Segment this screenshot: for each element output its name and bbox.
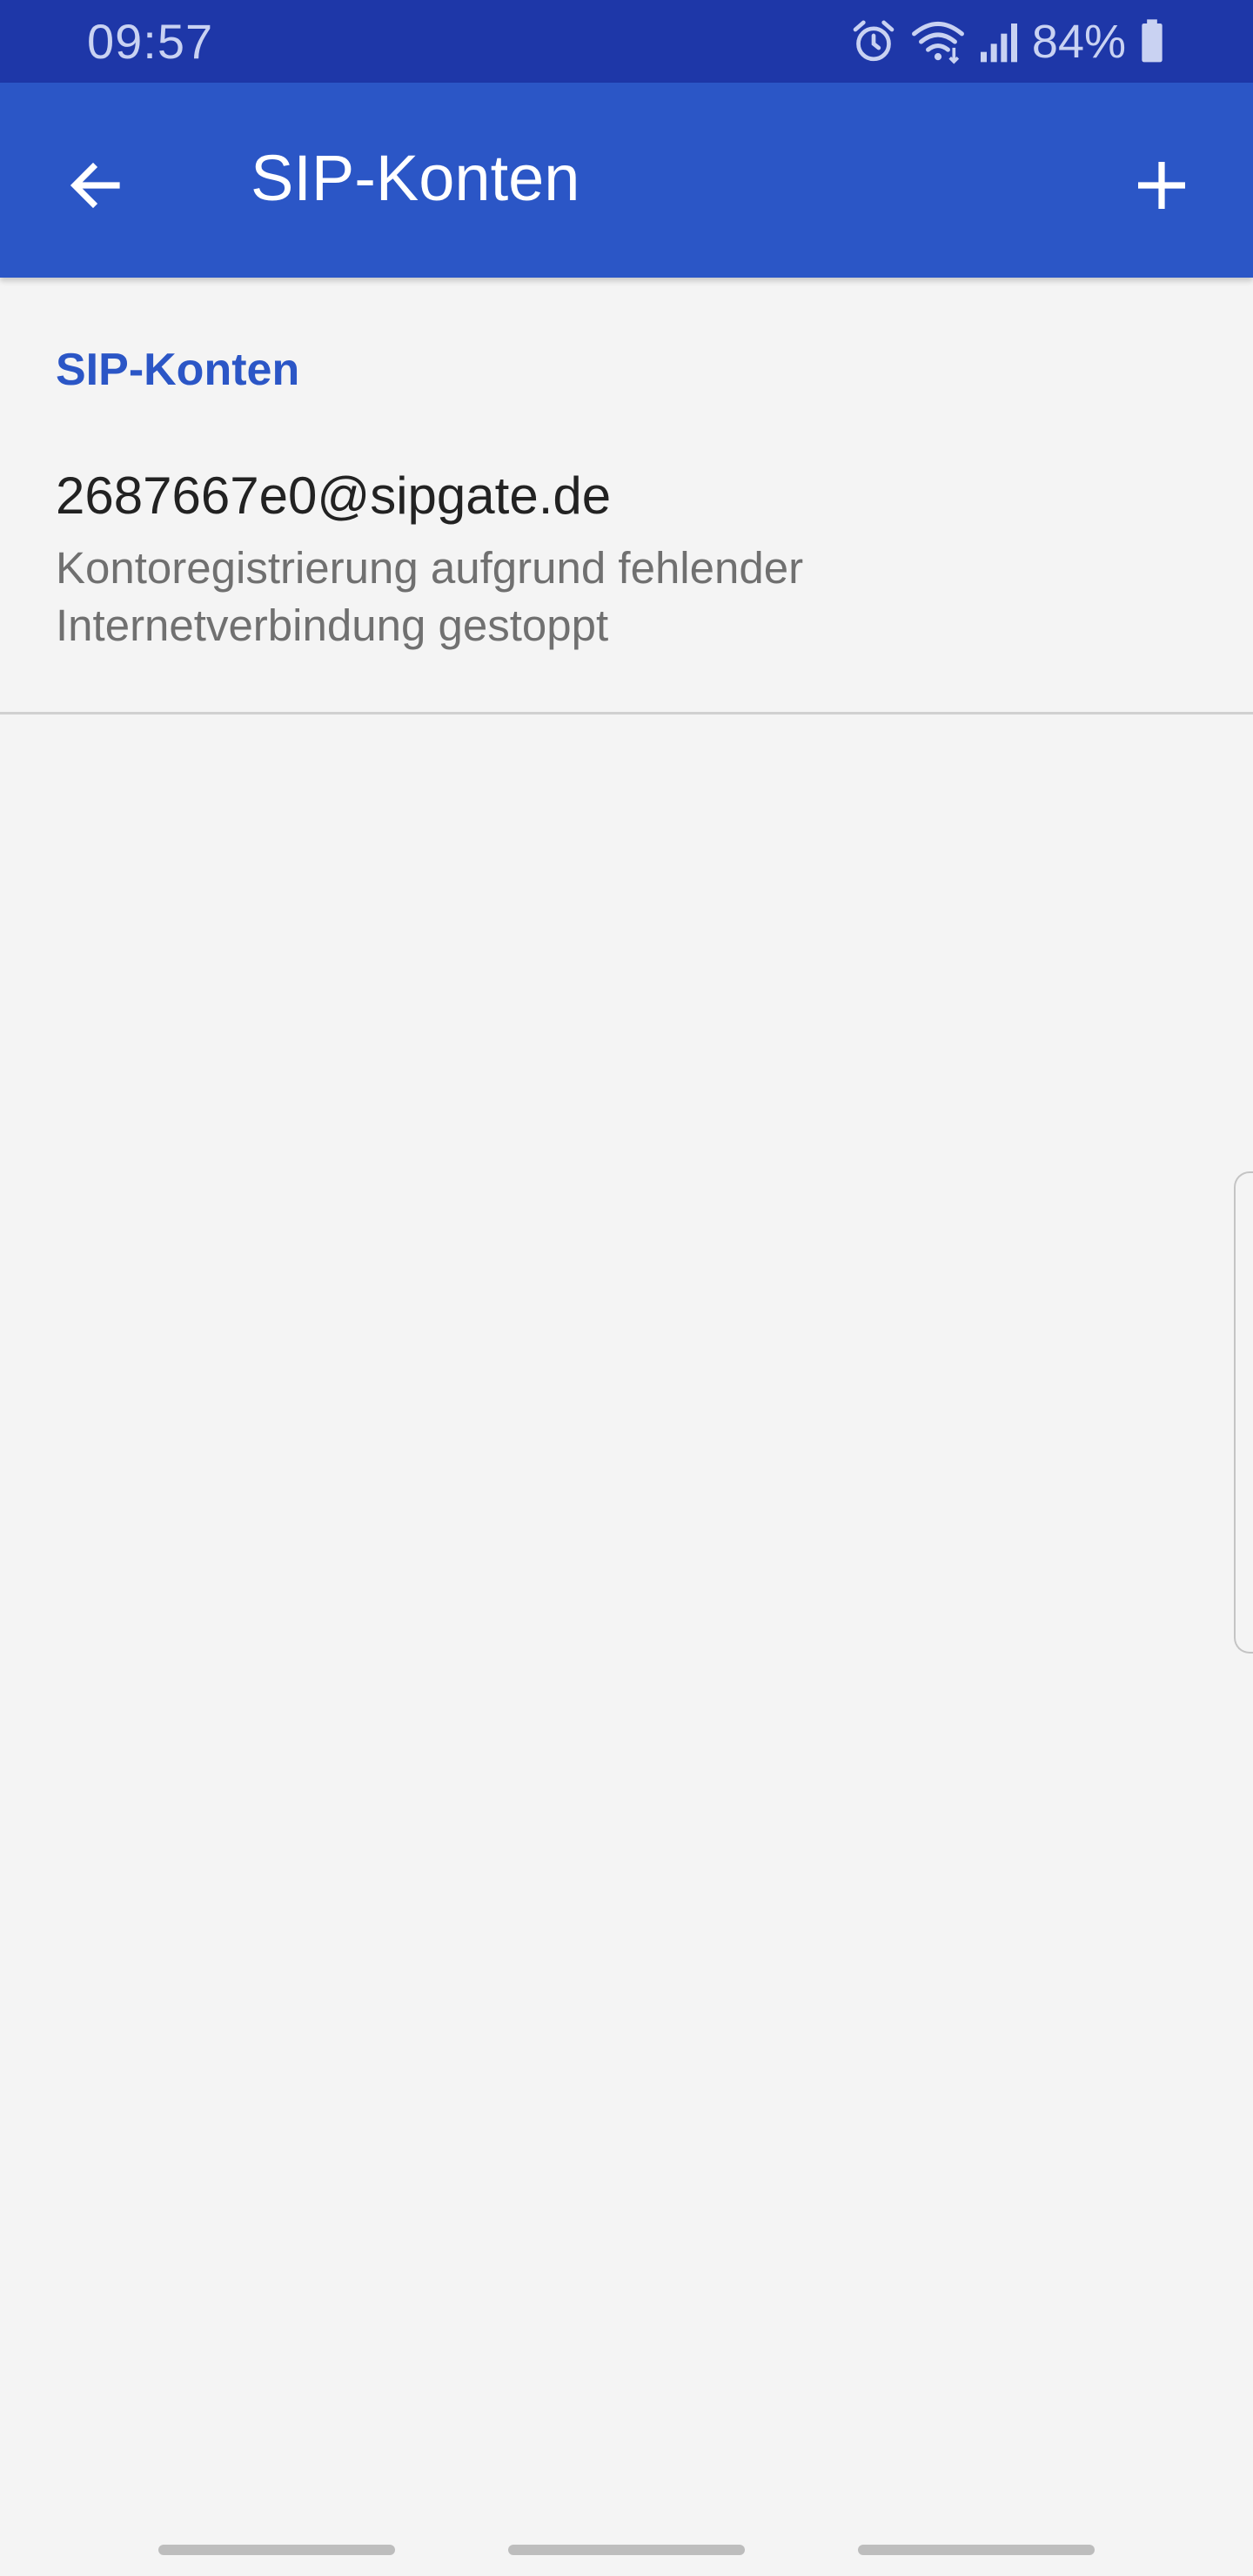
account-status: Kontoregistrierung aufgrund fehlender In… — [56, 543, 804, 650]
wifi-icon — [910, 17, 966, 66]
navigation-bar — [0, 2506, 1253, 2576]
app-bar: SIP-Konten — [0, 83, 1253, 278]
edge-panel-handle[interactable] — [1234, 1171, 1253, 1654]
arrow-back-icon — [64, 154, 127, 221]
add-account-button[interactable] — [1105, 131, 1218, 244]
divider — [0, 712, 1253, 714]
section-header: SIP-Konten — [56, 345, 300, 395]
battery-percent: 84% — [1031, 16, 1126, 68]
status-time: 09:57 — [87, 14, 214, 69]
status-icons: 84% — [849, 12, 1166, 71]
nav-back-button[interactable] — [858, 2545, 1095, 2555]
screen: 09:57 84% SIP-Konten SIP-Konten 2687667e… — [0, 0, 1253, 2576]
page-title: SIP-Konten — [251, 142, 580, 214]
nav-recents-button[interactable] — [158, 2545, 395, 2555]
status-bar: 09:57 84% — [0, 0, 1253, 83]
nav-home-button[interactable] — [508, 2545, 745, 2555]
plus-icon — [1130, 154, 1193, 221]
account-title: 2687667e0@sipgate.de — [56, 466, 612, 525]
battery-icon — [1138, 17, 1166, 66]
signal-icon — [978, 17, 1020, 66]
sip-account-item[interactable]: 2687667e0@sipgate.de Kontoregistrierung … — [0, 435, 1253, 714]
back-button[interactable] — [44, 135, 148, 239]
alarm-icon — [849, 17, 898, 66]
